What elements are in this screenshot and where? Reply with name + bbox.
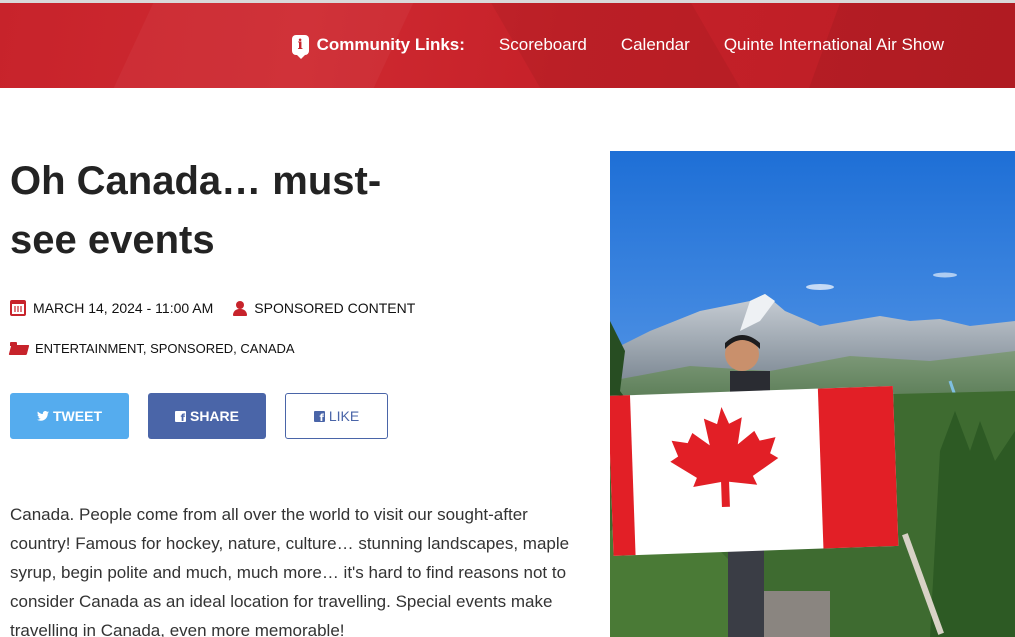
canada-flag — [610, 385, 899, 556]
facebook-icon — [174, 410, 186, 424]
community-links-label: Community Links: — [316, 35, 465, 54]
article-title: Oh Canada… must-see events — [10, 159, 382, 262]
facebook-like-button[interactable]: LIKE — [285, 393, 388, 439]
article-categories: ENTERTAINMENT, SPONSORED, CANADA — [10, 341, 295, 356]
nav-link-calendar[interactable]: Calendar — [621, 35, 690, 55]
facebook-icon — [313, 410, 325, 424]
calendar-icon — [10, 300, 26, 316]
user-icon — [233, 300, 248, 316]
share-label: SHARE — [189, 408, 239, 424]
canada-flag-mountain-photo — [610, 151, 1015, 637]
top-navigation-bar: i Community Links: Scoreboard Calendar Q… — [0, 0, 1015, 88]
community-links-nav: i Community Links: Scoreboard Calendar Q… — [291, 34, 944, 59]
info-icon: i — [291, 35, 309, 59]
tweet-button[interactable]: TWEET — [10, 393, 129, 439]
tweet-label: TWEET — [53, 408, 102, 424]
facebook-share-button[interactable]: SHARE — [148, 393, 266, 439]
article-author-link[interactable]: SPONSORED CONTENT — [254, 300, 415, 316]
article-meta: MARCH 14, 2024 - 11:00 AM SPONSORED CONT… — [10, 300, 415, 316]
twitter-icon — [37, 411, 49, 421]
category-links[interactable]: ENTERTAINMENT, SPONSORED, CANADA — [35, 341, 295, 356]
article-body: Canada. People come from all over the wo… — [10, 505, 570, 637]
article-hero-image — [610, 151, 1015, 637]
nav-link-scoreboard[interactable]: Scoreboard — [499, 35, 587, 55]
like-label: LIKE — [328, 408, 360, 424]
article-date: MARCH 14, 2024 - 11:00 AM — [33, 300, 214, 316]
nav-link-air-show[interactable]: Quinte International Air Show — [724, 35, 944, 55]
folder-open-icon — [10, 342, 28, 355]
